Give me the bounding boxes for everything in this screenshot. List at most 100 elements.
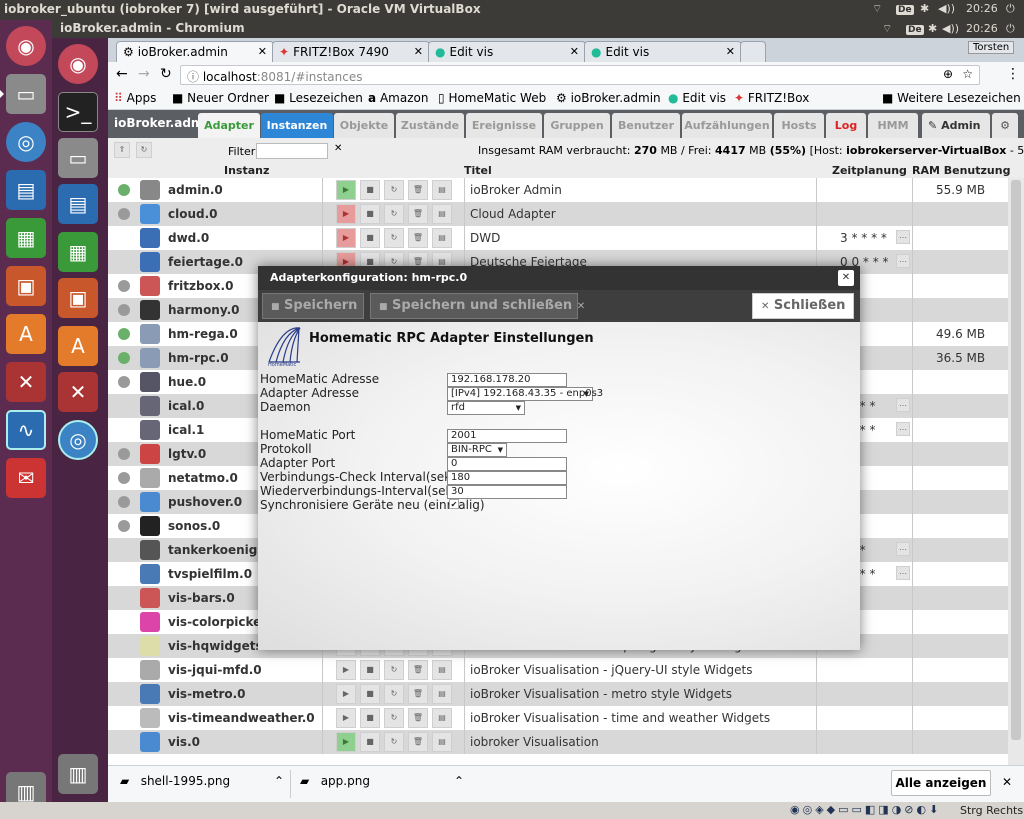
- software-center-icon[interactable]: A: [6, 314, 46, 354]
- tab-gruppen[interactable]: Gruppen: [544, 113, 610, 138]
- terminal-icon[interactable]: >_: [58, 92, 98, 132]
- bookmark-weitere[interactable]: ■ Weitere Lesezeichen: [882, 91, 1021, 105]
- tab-instanzen[interactable]: Instanzen: [261, 113, 333, 138]
- start-stop-button[interactable]: ▶: [336, 204, 356, 224]
- text-field[interactable]: 2001: [447, 429, 567, 443]
- tab-objekte[interactable]: Objekte: [334, 113, 394, 138]
- save-close-button[interactable]: ■ Speichern und schließen ✕: [370, 293, 585, 319]
- web-button[interactable]: ▤: [432, 732, 452, 752]
- monitor-icon[interactable]: ∿: [6, 410, 46, 450]
- reload-button[interactable]: ↻: [384, 732, 404, 752]
- zoom-icon[interactable]: ⊕: [943, 67, 953, 81]
- start-stop-button[interactable]: ▶: [336, 660, 356, 680]
- table-row[interactable]: admin.0 ▶ ■ ↻ 🗑 ▤ ioBroker Admin 55.9 MB: [108, 178, 1008, 202]
- web-button[interactable]: ▤: [432, 228, 452, 248]
- tab-edit-vis-2[interactable]: ● Edit vis ✕: [584, 41, 742, 62]
- delete-button[interactable]: 🗑: [408, 228, 428, 248]
- bookmark-amazon[interactable]: a Amazon: [368, 91, 428, 105]
- table-row[interactable]: cloud.0 ▶ ■ ↻ 🗑 ▤ Cloud Adapter: [108, 202, 1008, 226]
- edit-schedule-button[interactable]: …: [896, 398, 910, 412]
- start-stop-button[interactable]: ▶: [336, 732, 356, 752]
- back-icon[interactable]: ←: [116, 66, 128, 82]
- settings-button[interactable]: ■: [360, 684, 380, 704]
- address-bar[interactable]: ⓘ localhost:8081/#instances ⊕ ☆: [180, 65, 980, 85]
- close-icon[interactable]: ✕: [838, 270, 854, 286]
- table-row[interactable]: vis-timeandweather.0 ▶ ■ ↻ 🗑 ▤ ioBroker Visual…: [108, 706, 1008, 730]
- text-field[interactable]: 180: [447, 471, 567, 485]
- start-stop-button[interactable]: ▶: [336, 684, 356, 704]
- save-button[interactable]: ■ Speichern: [262, 293, 364, 319]
- web-button[interactable]: ▤: [432, 180, 452, 200]
- web-button[interactable]: ▤: [432, 708, 452, 728]
- edit-schedule-button[interactable]: …: [896, 542, 910, 556]
- text-field[interactable]: 30: [447, 485, 567, 499]
- new-tab-button[interactable]: [740, 41, 766, 62]
- reload-button[interactable]: ↻: [384, 684, 404, 704]
- guest-trash-icon[interactable]: ▥: [58, 754, 98, 794]
- download-item-app[interactable]: ▰ app.png ⌃: [300, 774, 466, 794]
- guest-settings-icon[interactable]: ✕: [58, 372, 98, 412]
- device-icons[interactable]: ◉◎◈◆▭▭◧◨◑⊘◐⬇: [790, 803, 941, 816]
- close-icon[interactable]: ✕: [570, 45, 579, 58]
- select-field[interactable]: BIN-RPC ▼: [447, 443, 507, 457]
- reload-button[interactable]: ↻: [384, 204, 404, 224]
- mail-icon[interactable]: ✉: [6, 458, 46, 498]
- delete-button[interactable]: 🗑: [408, 660, 428, 680]
- impress-icon[interactable]: ▣: [6, 266, 46, 306]
- delete-button[interactable]: 🗑: [408, 180, 428, 200]
- clock[interactable]: 20:26: [966, 2, 998, 15]
- guest-clock[interactable]: 20:26: [966, 22, 998, 35]
- guest-keyboard-indicator[interactable]: De: [906, 22, 924, 35]
- settings-button[interactable]: ■: [360, 660, 380, 680]
- edit-schedule-button[interactable]: …: [896, 254, 910, 268]
- guest-dash-icon[interactable]: ◉: [58, 44, 98, 84]
- reload-icon[interactable]: ↻: [160, 66, 172, 82]
- table-row[interactable]: vis-jqui-mfd.0 ▶ ■ ↻ 🗑 ▤ ioBroker Visualisatio…: [108, 658, 1008, 682]
- close-icon[interactable]: ✕: [1002, 775, 1012, 789]
- bookmark-fritzbox[interactable]: ✦ FRITZ!Box: [734, 91, 809, 105]
- start-stop-button[interactable]: ▶: [336, 228, 356, 248]
- tab-ereignisse[interactable]: Ereignisse: [466, 113, 542, 138]
- table-row[interactable]: vis.0 ▶ ■ ↻ 🗑 ▤ iobroker Visualisation: [108, 730, 1008, 754]
- chevron-up-icon[interactable]: ⌃: [454, 774, 464, 788]
- guest-files-icon[interactable]: ▭: [58, 138, 98, 178]
- refresh-button[interactable]: ↻: [136, 142, 152, 158]
- guest-writer-icon[interactable]: ▤: [58, 184, 98, 224]
- chevron-up-icon[interactable]: ⌃: [274, 774, 284, 788]
- guest-chromium-icon[interactable]: ◎: [58, 420, 98, 460]
- download-item-shell[interactable]: ▰ shell-1995.png ⌃: [120, 774, 286, 794]
- bookmark-homematic[interactable]: ▯ HomeMatic Web: [438, 91, 546, 105]
- delete-button[interactable]: 🗑: [408, 684, 428, 704]
- bookmark-iobroker[interactable]: ⚙ ioBroker.admin: [556, 91, 661, 105]
- settings-button[interactable]: ■: [360, 204, 380, 224]
- sound-icon[interactable]: ◀)): [938, 2, 955, 15]
- edit-schedule-button[interactable]: …: [896, 422, 910, 436]
- guest-impress-icon[interactable]: ▣: [58, 278, 98, 318]
- scrollbar[interactable]: [1008, 178, 1024, 765]
- select-field[interactable]: [IPv4] 192.168.43.35 - enp0s3 ▼: [447, 387, 603, 401]
- bookmark-apps[interactable]: ⠿ Apps: [114, 91, 156, 105]
- delete-button[interactable]: 🗑: [408, 204, 428, 224]
- close-icon[interactable]: ✕: [726, 45, 735, 58]
- keyboard-layout-indicator[interactable]: De: [896, 2, 914, 15]
- writer-icon[interactable]: ▤: [6, 170, 46, 210]
- tab-hosts[interactable]: Hosts: [774, 113, 824, 138]
- guest-power-icon[interactable]: ⏻: [1006, 22, 1015, 36]
- reload-button[interactable]: ↻: [384, 180, 404, 200]
- web-button[interactable]: ▤: [432, 204, 452, 224]
- calc-icon[interactable]: ▦: [6, 218, 46, 258]
- delete-button[interactable]: 🗑: [408, 732, 428, 752]
- tab-zustaende[interactable]: Zustände: [396, 113, 464, 138]
- checkbox[interactable]: ✔: [449, 499, 459, 509]
- tab-adapter[interactable]: Adapter: [198, 113, 260, 138]
- tab-fritzbox[interactable]: ✦ FRITZ!Box 7490 ✕: [272, 41, 430, 62]
- settings-icon[interactable]: ✕: [6, 362, 46, 402]
- guest-sound-icon[interactable]: ◀)): [942, 22, 959, 35]
- settings-button[interactable]: ■: [360, 732, 380, 752]
- close-button[interactable]: ✕ Schließen: [752, 293, 854, 319]
- tab-benutzer[interactable]: Benutzer: [612, 113, 680, 138]
- show-all-button[interactable]: Alle anzeigen: [891, 770, 991, 796]
- table-row[interactable]: vis-metro.0 ▶ ■ ↻ 🗑 ▤ ioBroker Visualisation -…: [108, 682, 1008, 706]
- admin-button[interactable]: ✎ Admin: [922, 113, 990, 138]
- guest-wifi-icon[interactable]: ⌔: [882, 22, 892, 36]
